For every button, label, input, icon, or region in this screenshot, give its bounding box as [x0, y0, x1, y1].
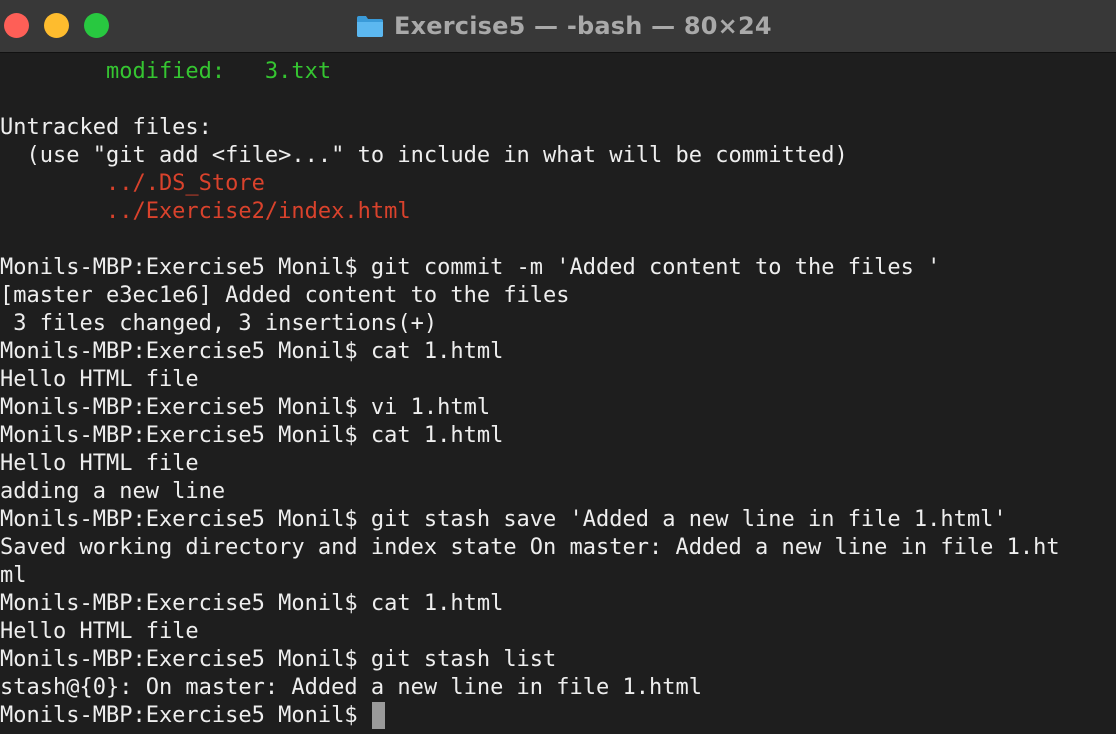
terminal-line: Hello HTML file: [0, 451, 199, 476]
terminal-line: Monils-MBP:Exercise5 Monil$ vi 1.html: [0, 395, 491, 420]
terminal-line: Monils-MBP:Exercise5 Monil$ git stash li…: [0, 647, 557, 672]
terminal-output[interactable]: modified: 3.txt Untracked files: (use "g…: [0, 58, 1116, 730]
folder-icon: [357, 16, 383, 37]
text-cursor: [371, 702, 385, 729]
terminal-line: modified: 3.txt: [0, 59, 332, 84]
window-title: Exercise5 — -bash — 80×24: [394, 12, 772, 40]
window-title-group: Exercise5 — -bash — 80×24: [356, 10, 772, 42]
terminal-line: Monils-MBP:Exercise5 Monil$ cat 1.html: [0, 339, 504, 364]
terminal-line: 3 files changed, 3 insertions(+): [0, 311, 438, 336]
terminal-line: ml: [0, 563, 27, 588]
close-button[interactable]: [4, 13, 29, 38]
terminal-line: ../.DS_Store: [0, 171, 265, 196]
terminal-line: Monils-MBP:Exercise5 Monil$ cat 1.html: [0, 423, 504, 448]
terminal-line: ../Exercise2/index.html: [0, 199, 411, 224]
shell-prompt: Monils-MBP:Exercise5 Monil$: [0, 703, 371, 728]
prompt-line[interactable]: Monils-MBP:Exercise5 Monil$: [0, 702, 1116, 730]
terminal-window: Exercise5 — -bash — 80×24 modified: 3.tx…: [0, 0, 1116, 734]
title-bar[interactable]: Exercise5 — -bash — 80×24: [0, 0, 1116, 53]
terminal-line: Hello HTML file: [0, 619, 199, 644]
maximize-button[interactable]: [84, 13, 109, 38]
terminal-line: stash@{0}: On master: Added a new line i…: [0, 675, 702, 700]
terminal-line: Saved working directory and index state …: [0, 535, 1060, 560]
terminal-line: Monils-MBP:Exercise5 Monil$ cat 1.html: [0, 591, 504, 616]
terminal-line: Monils-MBP:Exercise5 Monil$ git commit -…: [0, 255, 941, 280]
minimize-button[interactable]: [44, 13, 69, 38]
terminal-line: [master e3ec1e6] Added content to the fi…: [0, 283, 570, 308]
terminal-line: (use "git add <file>..." to include in w…: [0, 143, 848, 168]
terminal-line: Monils-MBP:Exercise5 Monil$ git stash sa…: [0, 507, 1007, 532]
terminal-line: Untracked files:: [0, 115, 212, 140]
terminal-line: Hello HTML file: [0, 367, 199, 392]
terminal-line: adding a new line: [0, 479, 226, 504]
